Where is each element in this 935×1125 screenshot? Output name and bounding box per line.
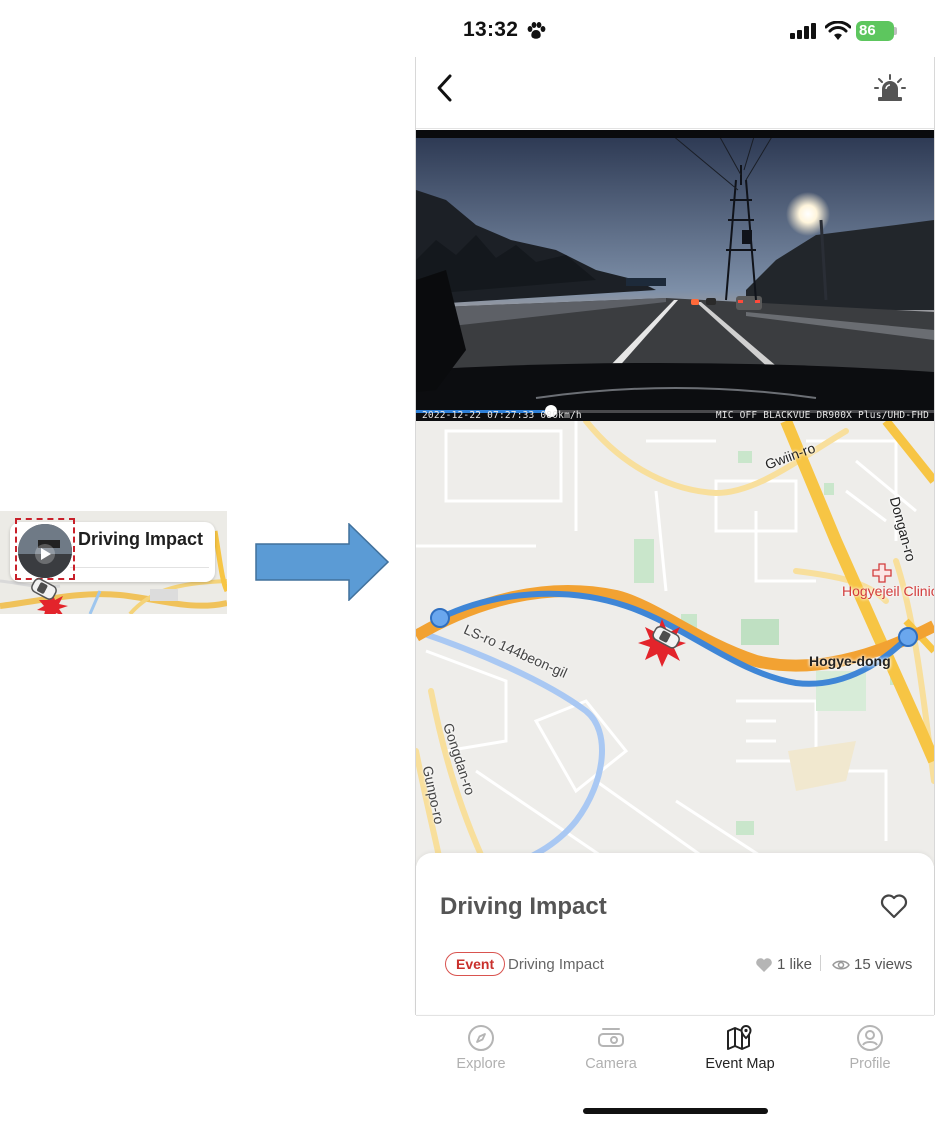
user-icon — [857, 1025, 883, 1051]
top-nav-bar — [416, 57, 934, 129]
tab-event-map-label: Event Map — [705, 1056, 775, 1072]
back-button[interactable] — [430, 71, 460, 105]
battery-indicator: 86 — [856, 21, 894, 41]
cellular-signal-icon — [790, 23, 816, 39]
chevron-left-icon — [437, 74, 452, 102]
preview-title: Driving Impact — [78, 529, 204, 549]
tab-explore-label: Explore — [456, 1056, 506, 1072]
event-tag-badge: Event — [445, 952, 506, 976]
likes-count: 1 like — [755, 956, 812, 973]
event-detail-sheet: Driving Impact Event Driving Impact 1 li… — [416, 853, 934, 1014]
map-label-hogye-dong: Hogye-dong — [809, 653, 891, 669]
battery-tip — [894, 27, 897, 35]
dashcam-icon — [598, 1028, 624, 1047]
event-type-label: Driving Impact — [508, 956, 604, 973]
tab-profile[interactable]: Profile — [805, 1024, 935, 1072]
transition-arrow-icon — [255, 523, 389, 601]
wifi-icon — [825, 21, 851, 40]
highlight-box — [15, 518, 75, 580]
phone-screen: 13:32 86 2022-12-22 07:27:33 080km/h MIC… — [415, 0, 935, 1125]
status-time: 13:32 — [463, 18, 519, 41]
event-map[interactable]: Gwiin-ro Dongan-ro Hogyejeil Clinic Hogy… — [416, 421, 934, 866]
tab-camera-label: Camera — [585, 1056, 637, 1072]
route-end-marker — [898, 627, 918, 647]
likes-text: 1 like — [777, 956, 813, 973]
preview-card-divider — [70, 567, 209, 568]
dashcam-video-player[interactable]: 2022-12-22 07:27:33 080km/h MIC OFF BLAC… — [416, 130, 934, 421]
heart-filled-icon — [756, 957, 772, 972]
tab-profile-label: Profile — [849, 1056, 891, 1072]
map-pin-icon — [727, 1024, 752, 1050]
siren-icon — [874, 74, 906, 101]
video-frame — [416, 130, 934, 421]
marker-preview: Driving Impact — [0, 511, 227, 614]
route-start-marker — [430, 608, 450, 628]
battery-level: 86 — [859, 22, 876, 39]
event-title: Driving Impact — [440, 893, 607, 920]
tab-camera[interactable]: Camera — [546, 1024, 676, 1072]
favorite-button[interactable] — [880, 893, 908, 919]
bottom-tab-bar: Explore Camera Event Map Profile — [416, 1015, 934, 1085]
views-text: 15 views — [854, 956, 913, 973]
video-osd-timestamp: 2022-12-22 07:27:33 080km/h — [422, 410, 582, 421]
eye-icon — [832, 960, 850, 969]
impact-car-icon — [31, 578, 68, 614]
compass-icon — [468, 1025, 494, 1051]
heart-outline-icon — [880, 894, 908, 919]
paw-icon — [527, 22, 546, 39]
video-osd-device: MIC OFF BLACKVUE DR900X Plus/UHD-FHD — [715, 410, 929, 421]
tab-event-map[interactable]: Event Map — [675, 1024, 805, 1072]
tab-explore[interactable]: Explore — [416, 1024, 546, 1072]
map-label-clinic: Hogyejeil Clinic — [842, 583, 934, 599]
home-indicator[interactable] — [583, 1108, 768, 1114]
views-count: 15 views — [832, 956, 912, 973]
report-siren-button[interactable] — [874, 73, 906, 103]
stats-divider — [820, 955, 821, 971]
